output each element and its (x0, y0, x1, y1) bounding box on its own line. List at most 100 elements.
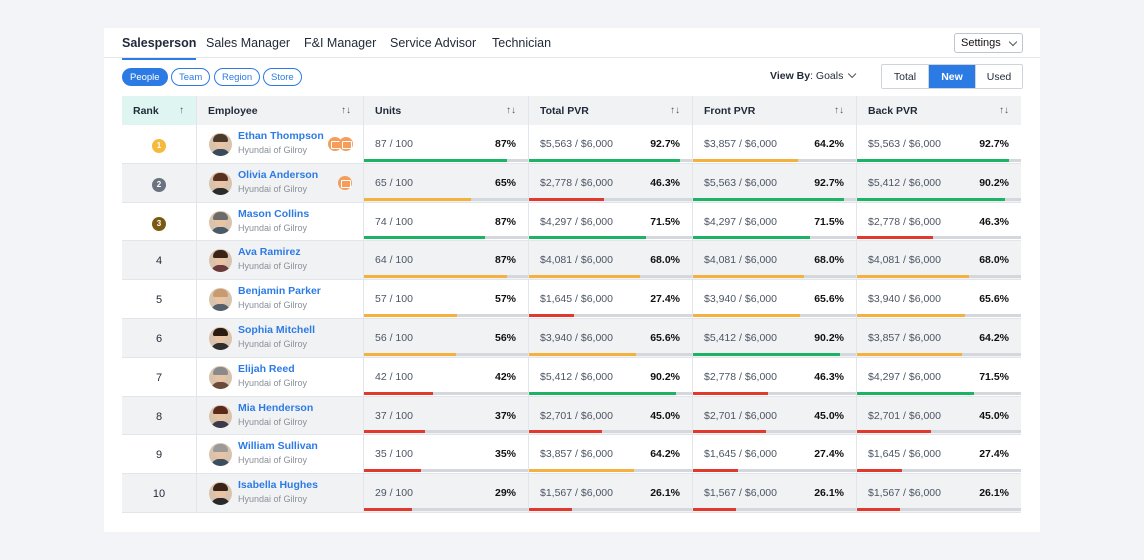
table-row[interactable]: 6 Sophia Mitchell Hyundai of Gilroy 56 /… (122, 318, 1021, 358)
progress-fill (693, 430, 767, 434)
filter-chip-team[interactable]: Team (171, 68, 211, 86)
table-row[interactable]: 4 Ava Ramirez Hyundai of Gilroy 64 / 100… (122, 241, 1021, 281)
progress-fill (529, 313, 574, 317)
table-header: Rank ↑ Employee ↑↓ Units ↑↓ Total PVR ↑↓… (122, 96, 1021, 125)
progress-fill (857, 469, 902, 473)
avatar (209, 210, 232, 234)
back-value: $1,567 / $6,000 (868, 487, 941, 500)
table-row[interactable]: 5 Benjamin Parker Hyundai of Gilroy 57 /… (122, 280, 1021, 319)
tab-salesperson[interactable]: Salesperson (122, 36, 197, 60)
progress-fill (693, 197, 845, 201)
employee-name-link[interactable]: Olivia Anderson (238, 169, 318, 181)
employee-name-link[interactable]: Elijah Reed (238, 363, 295, 375)
avatar (209, 365, 232, 389)
back-cell: $3,857 / $6,000 64.2% (857, 319, 1021, 357)
column-header-total-pvr[interactable]: Total PVR ↑↓ (529, 96, 693, 125)
table-row[interactable]: 2 Olivia Anderson Hyundai of Gilroy 65 /… (122, 163, 1021, 203)
avatar (209, 288, 232, 312)
table-row[interactable]: 1 Ethan Thompson Hyundai of Gilroy 87 / … (122, 125, 1021, 164)
progress-bar (529, 391, 692, 395)
table-row[interactable]: 7 Elijah Reed Hyundai of Gilroy 42 / 100… (122, 357, 1021, 397)
progress-fill (693, 391, 769, 395)
employee-name-link[interactable]: Ava Ramirez (238, 246, 301, 258)
filter-chip-store[interactable]: Store (263, 68, 302, 86)
rank-cell: 7 (122, 357, 197, 396)
employee-store: Hyundai of Gilroy (238, 338, 308, 349)
employee-name-link[interactable]: Mason Collins (238, 208, 309, 220)
column-header-label: Rank (133, 105, 159, 117)
column-header-label: Employee (208, 105, 258, 117)
rank-value: 4 (155, 255, 163, 268)
employee-name-link[interactable]: Ethan Thompson (238, 130, 324, 142)
rank-cell: 9 (122, 435, 197, 474)
progress-bar (529, 507, 692, 511)
settings-label: Settings (961, 37, 1001, 49)
tab-sales-manager[interactable]: Sales Manager (206, 36, 290, 58)
units-value: 42 / 100 (375, 370, 413, 383)
filter-chip-region[interactable]: Region (214, 68, 261, 86)
total-percent: 46.3% (650, 176, 680, 189)
toggle-new[interactable]: New (928, 65, 975, 88)
progress-bar (529, 275, 692, 279)
units-cell: 87 / 100 87% (364, 125, 529, 163)
view-by-dropdown[interactable]: View By: Goals (770, 69, 857, 82)
total-value: $2,778 / $6,000 (540, 176, 613, 189)
rank-cell: 3 (122, 202, 197, 241)
progress-fill (693, 158, 798, 162)
filter-chip-people[interactable]: People (122, 68, 168, 86)
progress-fill (857, 197, 1005, 201)
units-value: 87 / 100 (375, 138, 413, 150)
avatar (209, 133, 232, 156)
table-row[interactable]: 8 Mia Henderson Hyundai of Gilroy 37 / 1… (122, 396, 1021, 436)
employee-name-link[interactable]: William Sullivan (238, 440, 318, 452)
column-header-front-pvr[interactable]: Front PVR ↑↓ (693, 96, 857, 125)
progress-fill (857, 275, 969, 279)
employee-store: Hyundai of Gilroy (238, 222, 308, 233)
rank-value: 7 (155, 371, 163, 384)
total-percent: 27.4% (650, 293, 680, 306)
progress-bar (364, 352, 528, 356)
avatar (209, 249, 232, 273)
avatar (209, 482, 232, 506)
leaderboard-card: Salesperson Sales Manager F&I Manager Se… (104, 28, 1040, 532)
column-header-back-pvr[interactable]: Back PVR ↑↓ (857, 96, 1021, 125)
table-row[interactable]: 10 Isabella Hughes Hyundai of Gilroy 29 … (122, 474, 1021, 513)
progress-fill (529, 158, 681, 162)
front-cell: $5,412 / $6,000 90.2% (693, 318, 857, 357)
employee-name-link[interactable]: Sophia Mitchell (238, 324, 315, 336)
progress-fill (529, 236, 646, 240)
progress-bar (693, 197, 856, 201)
total-percent: 71.5% (650, 215, 680, 228)
progress-fill (364, 236, 486, 240)
progress-bar (693, 469, 856, 473)
total-value: $3,940 / $6,000 (540, 331, 613, 344)
tab-service-advisor[interactable]: Service Advisor (390, 36, 476, 58)
progress-fill (857, 313, 965, 317)
rank-cell: 8 (122, 396, 197, 435)
total-percent: 92.7% (650, 138, 680, 150)
employee-name-link[interactable]: Isabella Hughes (238, 479, 318, 491)
toggle-total[interactable]: Total (882, 65, 928, 88)
settings-dropdown[interactable]: Settings (954, 33, 1023, 53)
progress-bar (693, 430, 856, 434)
front-value: $5,412 / $6,000 (704, 331, 777, 344)
tab-technician[interactable]: Technician (492, 36, 551, 58)
progress-fill (693, 469, 738, 473)
back-percent: 71.5% (979, 370, 1009, 383)
employee-name-link[interactable]: Mia Henderson (238, 402, 313, 414)
total-value: $3,857 / $6,000 (540, 448, 613, 461)
sort-icon: ↑↓ (506, 105, 516, 116)
column-header-units[interactable]: Units ↑↓ (364, 96, 529, 125)
toggle-used[interactable]: Used (975, 65, 1022, 88)
progress-fill (693, 275, 804, 279)
employee-name-link[interactable]: Benjamin Parker (238, 285, 321, 297)
tab-fi-manager[interactable]: F&I Manager (304, 36, 376, 58)
table-row[interactable]: 9 William Sullivan Hyundai of Gilroy 35 … (122, 435, 1021, 475)
column-header-employee[interactable]: Employee ↑↓ (197, 96, 364, 125)
back-percent: 27.4% (979, 448, 1009, 461)
employee-store: Hyundai of Gilroy (238, 300, 308, 311)
progress-fill (364, 391, 433, 395)
table-row[interactable]: 3 Mason Collins Hyundai of Gilroy 74 / 1… (122, 202, 1021, 242)
column-header-rank[interactable]: Rank ↑ (122, 96, 197, 125)
rank-value: 8 (155, 410, 163, 423)
